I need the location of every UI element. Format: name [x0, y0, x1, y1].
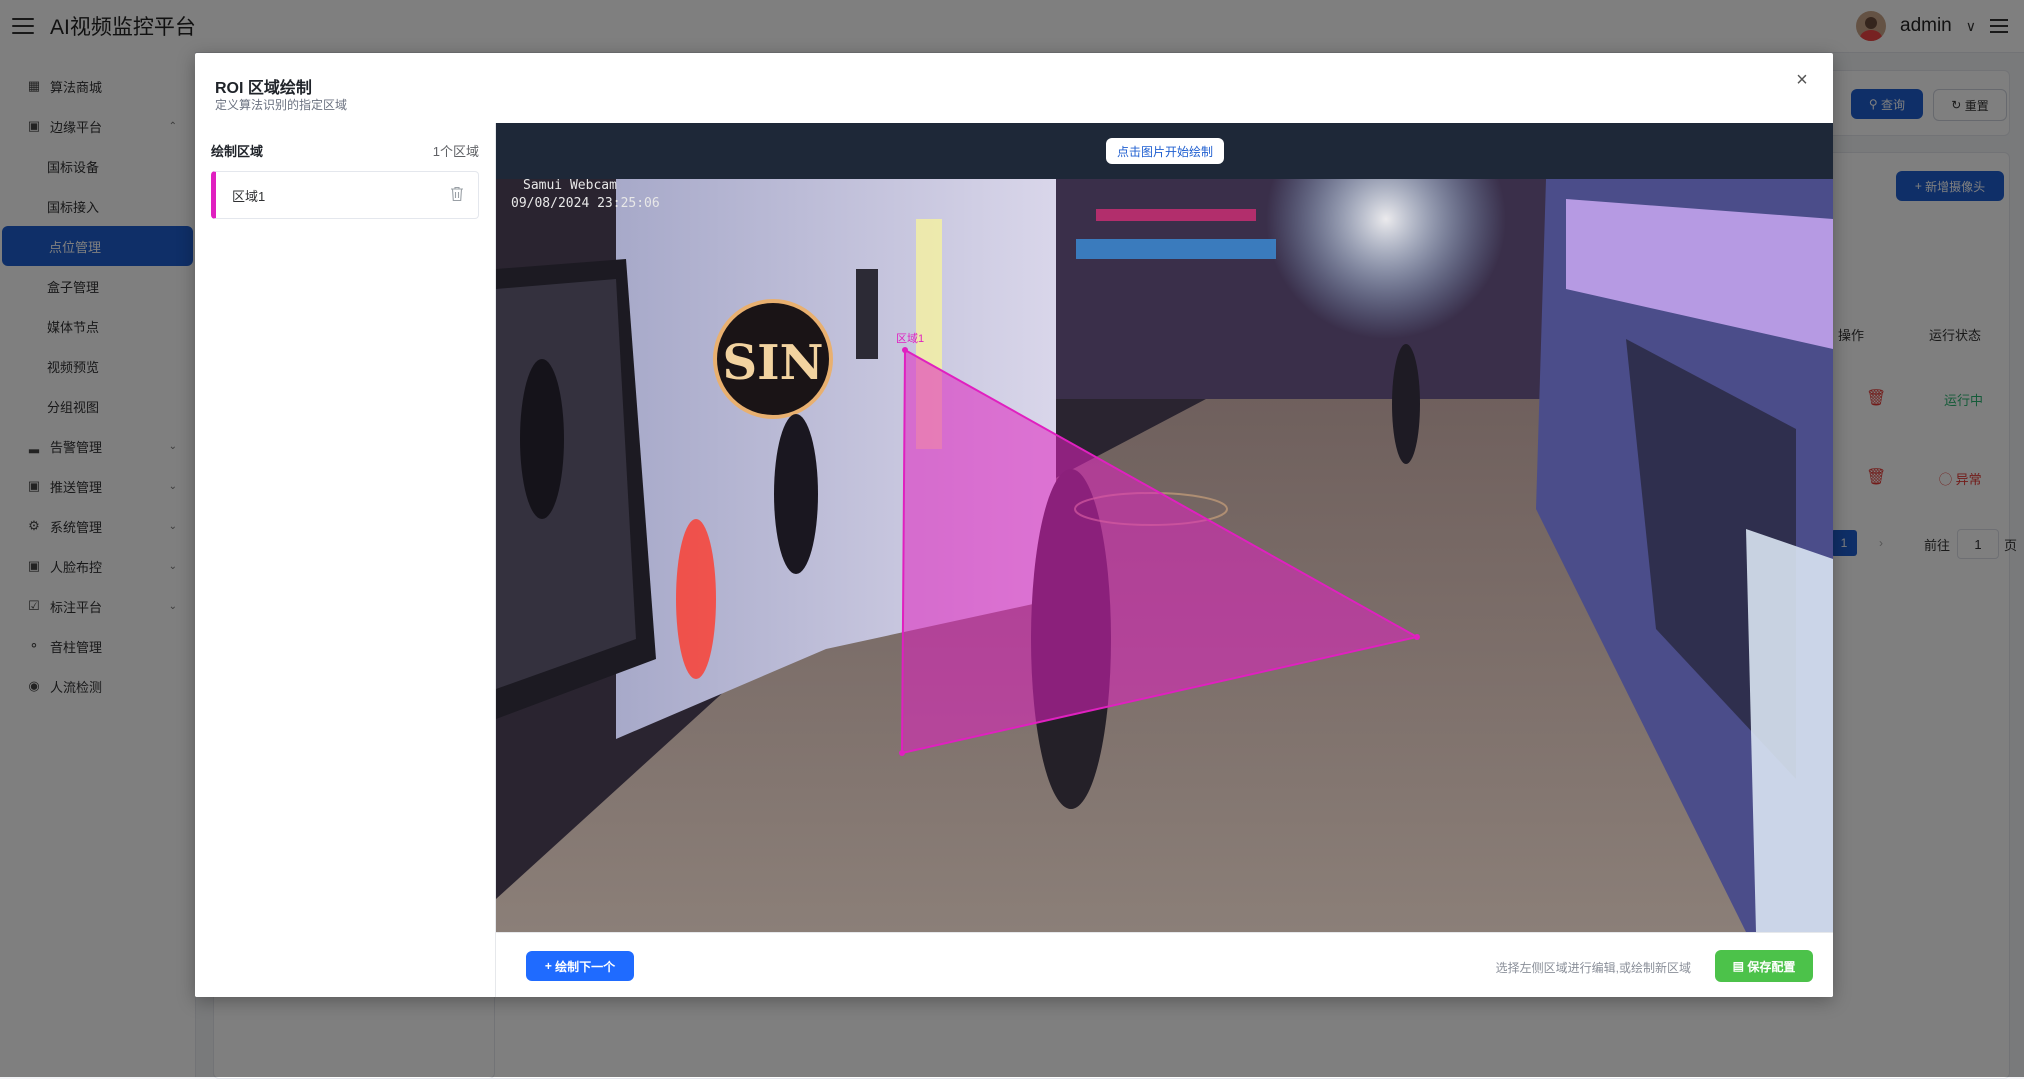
save-config-button[interactable]: ▤ 保存配置: [1715, 950, 1813, 982]
region-name: 区域1: [232, 188, 266, 204]
roi-dialog: ROI 区域绘制 定义算法识别的指定区域 × 绘制区域 1个区域 区域1 点击图…: [195, 53, 1833, 997]
roi-vertex[interactable]: [1414, 634, 1420, 640]
dialog-header: ROI 区域绘制 定义算法识别的指定区域 ×: [195, 53, 1833, 124]
draw-next-label: 绘制下一个: [555, 959, 616, 974]
camera-scene: SIN Samui Webcam 09/08/2024 23:25:06 区域1: [496, 179, 1833, 932]
camera-snapshot[interactable]: SIN Samui Webcam 09/08/2024 23:25:06 区域1: [496, 179, 1833, 932]
region-panel: 绘制区域 1个区域 区域1: [195, 123, 496, 997]
save-label: 保存配置: [1747, 959, 1796, 974]
region-count: 1个区域: [432, 144, 479, 159]
camera-time-label: 09/08/2024 23:25:06: [511, 196, 660, 211]
trash-icon[interactable]: [450, 186, 464, 202]
region-panel-header: 绘制区域 1个区域: [211, 141, 479, 160]
close-icon[interactable]: ×: [1791, 69, 1813, 91]
start-drawing-button[interactable]: 点击图片开始绘制: [1106, 138, 1224, 164]
roi-vertex[interactable]: [902, 347, 908, 353]
svg-text:SIN: SIN: [723, 335, 824, 391]
roi-vertex[interactable]: [899, 750, 905, 756]
dialog-title: ROI 区域绘制: [215, 80, 312, 97]
dialog-subtitle: 定义算法识别的指定区域: [215, 98, 348, 112]
region-panel-title: 绘制区域: [211, 144, 264, 159]
region-item[interactable]: 区域1: [211, 171, 479, 219]
roi-label: 区域1: [896, 332, 924, 345]
camera-name-label: Samui Webcam: [523, 179, 617, 193]
draw-next-button[interactable]: + 绘制下一个: [526, 951, 634, 981]
drawing-canvas-area: 点击图片开始绘制 SIN Samui Webcam 09/08/2024 23:…: [496, 123, 1833, 932]
dialog-footer: + 绘制下一个 选择左侧区域进行编辑,或绘制新区域 ▤ 保存配置: [496, 932, 1833, 997]
footer-hint: 选择左侧区域进行编辑,或绘制新区域: [1495, 961, 1691, 975]
